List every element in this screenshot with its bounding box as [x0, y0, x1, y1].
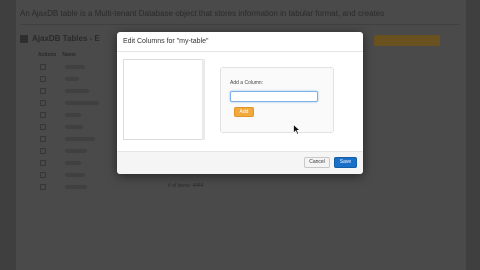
row-checkbox[interactable] [40, 160, 46, 166]
column-list-scrollbar[interactable] [202, 59, 205, 140]
dialog-footer: Cancel Save [117, 151, 363, 174]
screen: An AjaxDB table is a Multi-tenant Databa… [0, 0, 480, 270]
add-column-input[interactable] [230, 91, 318, 102]
row-checkbox[interactable] [40, 88, 46, 94]
row-checkbox[interactable] [40, 112, 46, 118]
row-name [65, 125, 83, 129]
intro-text: An AjaxDB table is a Multi-tenant Databa… [20, 9, 385, 18]
edit-columns-dialog: Edit Columns for "my-table" Add a Column… [117, 32, 363, 174]
add-column-panel: Add a Column: Add [220, 67, 334, 133]
background-title: AjaxDB Tables - E [32, 34, 100, 43]
row-checkbox[interactable] [40, 184, 46, 190]
row-checkbox[interactable] [40, 100, 46, 106]
row-type: # of items: 4444 [168, 183, 204, 189]
row-checkbox[interactable] [40, 76, 46, 82]
row-name [65, 173, 85, 177]
row-checkbox[interactable] [40, 124, 46, 130]
table-row: # of items: 4444 [38, 182, 238, 194]
dialog-body: Add a Column: Add [117, 53, 363, 151]
row-name [65, 113, 81, 117]
save-button[interactable]: Save [334, 157, 357, 168]
row-checkbox[interactable] [40, 172, 46, 178]
dialog-header: Edit Columns for "my-table" [117, 32, 363, 52]
row-checkbox[interactable] [40, 64, 46, 70]
background-table-header: Actions Name [38, 52, 76, 58]
row-checkbox[interactable] [40, 148, 46, 154]
header-name: Name [62, 52, 76, 58]
header-actions: Actions [38, 52, 57, 58]
dialog-title: Edit Columns for "my-table" [123, 38, 209, 45]
row-name [65, 149, 87, 153]
add-column-label: Add a Column: [230, 80, 264, 86]
mouse-cursor-icon [293, 124, 301, 135]
row-name [65, 65, 85, 69]
row-name [65, 77, 79, 81]
row-name [65, 137, 95, 141]
divider [20, 24, 460, 25]
background-title-row: AjaxDB Tables - E [20, 34, 100, 43]
column-list[interactable] [123, 59, 203, 140]
database-icon [20, 34, 28, 43]
row-name [65, 89, 89, 93]
row-name [65, 161, 81, 165]
row-name [65, 101, 99, 105]
background-action-button[interactable] [374, 35, 440, 46]
add-button[interactable]: Add [234, 107, 254, 117]
row-name [65, 185, 87, 189]
cancel-button[interactable]: Cancel [304, 157, 330, 168]
row-checkbox[interactable] [40, 136, 46, 142]
